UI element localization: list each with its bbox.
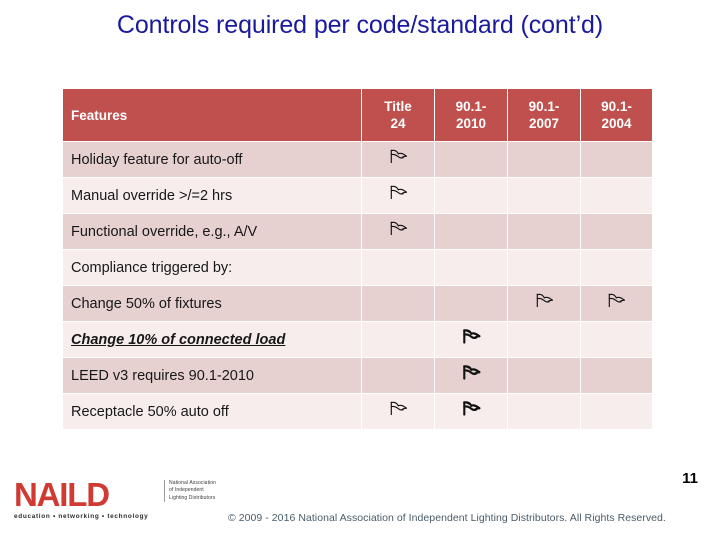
column-header-title24-line1: Title	[384, 99, 412, 114]
column-header-std2010-line1: 90.1-	[455, 99, 487, 114]
controls-table-container: Features Title 24 90.1- 2010 90.1- 2007 …	[62, 88, 653, 430]
cell-std2004	[581, 358, 652, 393]
page-number: 11	[682, 470, 698, 487]
cell-std2007	[508, 358, 580, 393]
feature-label: Receptacle 50% auto off	[71, 403, 229, 420]
column-header-std2004: 90.1- 2004	[581, 89, 652, 141]
column-header-std2004-line2: 2004	[601, 116, 632, 131]
table-header: Features Title 24 90.1- 2010 90.1- 2007 …	[63, 89, 652, 141]
feature-cell: Change 10% of connected load	[63, 322, 361, 357]
cell-title24	[362, 214, 434, 249]
feature-cell: LEED v3 requires 90.1-2010	[63, 358, 361, 393]
table-row: Manual override >/=2 hrs	[63, 178, 652, 213]
copyright-notice: © 2009 - 2016 National Association of In…	[228, 512, 666, 524]
cell-std2010	[435, 286, 507, 321]
cell-std2004	[581, 286, 652, 321]
cell-std2010	[435, 358, 507, 393]
feature-cell: Functional override, e.g., A/V	[63, 214, 361, 249]
cell-std2007	[508, 394, 580, 429]
table-header-row: Features Title 24 90.1- 2010 90.1- 2007 …	[63, 89, 652, 141]
pointing-hand-icon	[389, 149, 408, 164]
feature-cell: Receptacle 50% auto off	[63, 394, 361, 429]
column-header-features: Features	[63, 89, 361, 141]
pointing-hand-icon	[389, 401, 408, 416]
cell-std2004	[581, 142, 652, 177]
naild-logo-tagline: education • networking • technology	[14, 513, 149, 520]
cell-title24	[362, 322, 434, 357]
column-header-title24-line2: 24	[390, 116, 406, 131]
pointing-hand-icon	[389, 221, 408, 236]
controls-requirements-table: Features Title 24 90.1- 2010 90.1- 2007 …	[62, 88, 653, 430]
column-header-std2007-line2: 2007	[528, 116, 560, 131]
cell-title24	[362, 358, 434, 393]
feature-label: Holiday feature for auto-off	[71, 151, 243, 168]
feature-cell: Holiday feature for auto-off	[63, 142, 361, 177]
cell-std2004	[581, 214, 652, 249]
feature-label: Functional override, e.g., A/V	[71, 223, 258, 240]
table-row: LEED v3 requires 90.1-2010	[63, 358, 652, 393]
cell-title24	[362, 286, 434, 321]
cell-std2010	[435, 178, 507, 213]
feature-label: Compliance triggered by:	[71, 259, 233, 276]
cell-title24	[362, 178, 434, 213]
cell-title24	[362, 142, 434, 177]
cell-std2010	[435, 214, 507, 249]
page-title: Controls required per code/standard (con…	[116, 11, 604, 39]
feature-label: Change 10% of connected load	[71, 331, 286, 348]
naild-logo-side-text: National Association of Independent Ligh…	[164, 480, 221, 503]
table-row: Holiday feature for auto-off	[63, 142, 652, 177]
cell-std2007	[508, 250, 580, 285]
cell-std2007	[508, 214, 580, 249]
cell-std2010	[435, 142, 507, 177]
pointing-hand-icon	[535, 293, 554, 308]
cell-std2007	[508, 322, 580, 357]
naild-logo: NAILD education • networking • technolog…	[14, 478, 216, 530]
feature-label: Manual override >/=2 hrs	[71, 187, 233, 204]
cell-std2010	[435, 250, 507, 285]
cell-std2004	[581, 250, 652, 285]
table-row: Compliance triggered by:	[63, 250, 652, 285]
feature-cell: Manual override >/=2 hrs	[63, 178, 361, 213]
cell-std2007	[508, 286, 580, 321]
column-header-title24: Title 24	[362, 89, 434, 141]
cell-std2004	[581, 394, 652, 429]
cell-std2010	[435, 322, 507, 357]
cell-std2004	[581, 322, 652, 357]
cell-title24	[362, 250, 434, 285]
column-header-std2007-line1: 90.1-	[528, 99, 560, 114]
cell-std2004	[581, 178, 652, 213]
column-header-std2004-line1: 90.1-	[601, 99, 632, 114]
pointing-hand-icon	[462, 329, 481, 344]
feature-cell: Compliance triggered by:	[63, 250, 361, 285]
pointing-hand-icon	[607, 293, 626, 308]
cell-std2007	[508, 178, 580, 213]
pointing-hand-icon	[462, 401, 481, 416]
table-row: Receptacle 50% auto off	[63, 394, 652, 429]
cell-std2007	[508, 142, 580, 177]
table-body: Holiday feature for auto-off Manual overr…	[63, 142, 652, 429]
feature-cell: Change 50% of fixtures	[63, 286, 361, 321]
feature-label: LEED v3 requires 90.1-2010	[71, 367, 254, 384]
table-row: Change 50% of fixtures	[63, 286, 652, 321]
table-row: Functional override, e.g., A/V	[63, 214, 652, 249]
feature-label: Change 50% of fixtures	[71, 295, 222, 312]
table-row: Change 10% of connected load	[63, 322, 652, 357]
cell-std2010	[435, 394, 507, 429]
cell-title24	[362, 394, 434, 429]
pointing-hand-icon	[389, 185, 408, 200]
column-header-std2007: 90.1- 2007	[508, 89, 580, 141]
column-header-std2010-line2: 2010	[455, 116, 487, 131]
pointing-hand-icon	[462, 365, 481, 380]
column-header-std2010: 90.1- 2010	[435, 89, 507, 141]
